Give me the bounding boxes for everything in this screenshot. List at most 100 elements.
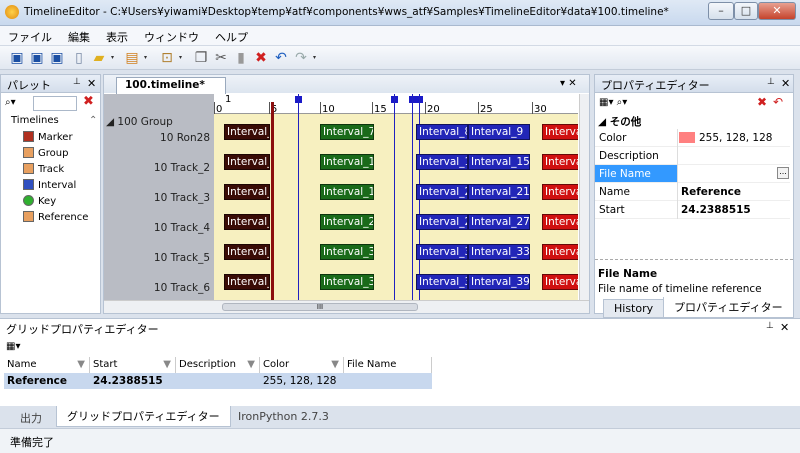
interval-block[interactable]: Interval_8 <box>416 124 468 140</box>
track-label[interactable]: 10 Track_4 <box>154 222 214 234</box>
track-label[interactable]: 10 Track_5 <box>154 252 214 264</box>
collapse-icon[interactable]: ⌃ <box>89 115 97 126</box>
minimize-button[interactable]: – <box>708 2 734 20</box>
timeline-canvas[interactable]: 0510152025301 Interval_6Interval_7Interv… <box>214 94 578 300</box>
interval-block[interactable]: Interva <box>542 124 578 140</box>
splitter[interactable] <box>595 259 793 260</box>
interval-block[interactable]: Interva <box>542 184 578 200</box>
tab-grid-property-editor[interactable]: グリッドプロパティエディター <box>56 406 231 427</box>
search-icon[interactable]: ⌕▾ <box>5 97 16 108</box>
grid-cell[interactable]: Reference <box>7 375 67 387</box>
save-all-icon[interactable]: ▣ <box>48 49 66 67</box>
property-row[interactable]: Name Reference <box>595 183 790 201</box>
copy-icon[interactable]: ❐ <box>192 49 210 67</box>
tab-history[interactable]: History <box>603 299 665 318</box>
tab-list-icon[interactable]: ▾ ✕ <box>560 78 577 89</box>
palette-item-reference[interactable]: Reference <box>23 211 88 223</box>
interval-block[interactable]: Interval_1 <box>320 184 374 200</box>
interval-block[interactable]: Interval_15 <box>468 154 530 170</box>
file-name-input[interactable] <box>678 165 790 182</box>
grid-sort-icon[interactable]: ▦▾ <box>6 341 20 352</box>
interval-block[interactable]: Interva <box>542 244 578 260</box>
paste-icon[interactable]: ▮ <box>232 49 250 67</box>
scroll-thumb[interactable]: III <box>222 303 418 311</box>
tab-ironpython[interactable]: IronPython 2.7.3 <box>228 408 339 425</box>
grid-close-icon[interactable]: ✕ <box>780 321 789 334</box>
frame-icon[interactable]: ⊡ ▾ <box>158 49 182 67</box>
interval-block[interactable]: Interval_7 <box>320 124 374 140</box>
grid-column-header[interactable]: File Name <box>344 357 432 373</box>
grid-column-header[interactable]: Start ▼ <box>90 357 176 373</box>
pin-icon[interactable]: ⊥ <box>767 77 775 87</box>
interval-block[interactable]: Interval_3 <box>224 274 270 290</box>
grid-column-header[interactable]: Description ▼ <box>176 357 260 373</box>
palette-root[interactable]: Timelines <box>11 115 59 126</box>
palette-search-input[interactable] <box>33 96 77 111</box>
track-label[interactable]: 10 Ron28 <box>160 132 214 144</box>
interval-block[interactable]: Interval_39 <box>468 274 530 290</box>
interval-block[interactable]: Interval_3 <box>224 244 270 260</box>
property-row[interactable]: Color 255, 128, 128 <box>595 129 790 147</box>
menu-file[interactable]: ファイル <box>0 26 60 46</box>
menu-edit[interactable]: 編集 <box>60 26 98 46</box>
delete-property-icon[interactable]: ✖ <box>757 95 767 109</box>
interval-block[interactable]: Interval_33 <box>468 244 530 260</box>
undo-icon[interactable]: ↶ <box>272 49 290 67</box>
interval-block[interactable]: Interva <box>542 274 578 290</box>
interval-block[interactable]: Interval_2 <box>320 214 374 230</box>
palette-item-interval[interactable]: Interval <box>23 179 76 191</box>
grid-column-header[interactable]: Name ▼ <box>4 357 90 373</box>
browse-button[interactable]: ... <box>777 167 789 179</box>
property-value-cell[interactable]: 24.2388515 <box>681 204 751 216</box>
interval-block[interactable]: Interval_3 <box>416 244 468 260</box>
vertical-scrollbar[interactable] <box>579 94 589 300</box>
interval-block[interactable]: Interval_21 <box>468 184 530 200</box>
color-swatch[interactable] <box>679 132 695 143</box>
interval-block[interactable]: Interval_2 <box>416 184 468 200</box>
horizontal-scrollbar[interactable]: III <box>104 300 589 313</box>
group-label[interactable]: ◢ 100 Group <box>106 116 173 128</box>
new-document-icon[interactable]: ▯ <box>70 49 88 67</box>
property-row[interactable]: Description <box>595 147 790 165</box>
filter-icon[interactable]: ▼ <box>331 359 339 370</box>
grid-cell[interactable]: 24.2388515 <box>93 375 163 387</box>
grid-row[interactable]: Reference 24.2388515 255, 128, 128 <box>4 373 432 389</box>
menu-help[interactable]: ヘルプ <box>207 26 256 46</box>
interval-block[interactable]: Interval_3 <box>320 244 374 260</box>
track-label[interactable]: 10 Track_6 <box>154 282 214 294</box>
delete-icon[interactable]: ✖ <box>252 49 270 67</box>
clear-search-icon[interactable]: ✖ <box>83 94 94 109</box>
reset-property-icon[interactable]: ↶ <box>773 95 783 109</box>
tab-output[interactable]: 出力 <box>10 408 52 428</box>
interval-block[interactable]: Interval_1 <box>224 184 270 200</box>
property-row[interactable]: Start 24.2388515 <box>595 201 790 219</box>
sort-icon[interactable]: ▦▾ ⌕▾ <box>599 97 627 108</box>
interval-block[interactable]: Interva <box>542 154 578 170</box>
grid-column-header[interactable]: Color ▼ <box>260 357 344 373</box>
interval-block[interactable]: Interval_2 <box>224 214 270 230</box>
interval-block[interactable]: Interval_6 <box>224 124 270 140</box>
interval-block[interactable]: Interval_9 <box>468 124 530 140</box>
playhead-marker[interactable] <box>271 102 274 300</box>
filter-icon[interactable]: ▼ <box>77 359 85 370</box>
redo-icon[interactable]: ↷ ▾ <box>292 49 316 67</box>
property-value-cell[interactable]: Reference <box>681 186 741 198</box>
palette-item-key[interactable]: Key <box>23 195 56 207</box>
track-label[interactable]: 10 Track_2 <box>154 162 214 174</box>
maximize-button[interactable]: □ <box>734 2 758 20</box>
track-label[interactable]: 10 Track_3 <box>154 192 214 204</box>
filter-icon[interactable]: ▼ <box>247 359 255 370</box>
interval-block[interactable]: Interval_3 <box>416 274 468 290</box>
property-close-icon[interactable]: ✕ <box>781 77 790 90</box>
palette-item-group[interactable]: Group <box>23 147 68 159</box>
interval-block[interactable]: Interval_1 <box>416 154 468 170</box>
filter-icon[interactable]: ▼ <box>163 359 171 370</box>
open-folder-icon[interactable]: ▰ ▾ <box>90 49 114 67</box>
interval-block[interactable]: Interval_3 <box>320 274 374 290</box>
palette-item-track[interactable]: Track <box>23 163 64 175</box>
menu-view[interactable]: 表示 <box>98 26 136 46</box>
cut-icon[interactable]: ✂ <box>212 49 230 67</box>
grid-cell[interactable]: 255, 128, 128 <box>263 375 336 387</box>
interval-block[interactable]: Interval_27 <box>468 214 530 230</box>
pin-icon[interactable]: ⊥ <box>766 321 774 331</box>
